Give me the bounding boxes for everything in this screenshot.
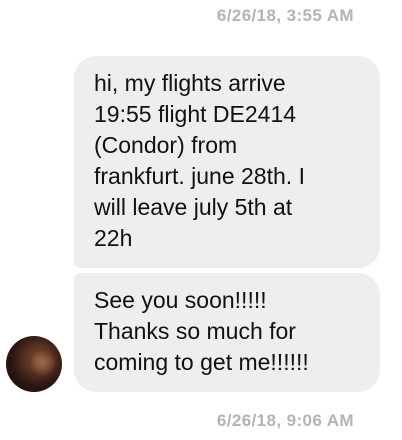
incoming-message-bubble[interactable]: See you soon!!!!! Thanks so much for com… (74, 273, 380, 392)
incoming-message-bubble[interactable]: hi, my flights arrive 19:55 flight DE241… (74, 56, 380, 268)
avatar-photo-detail (30, 348, 56, 378)
timestamp-bottom: 6/26/18, 9:06 AM (216, 411, 354, 430)
contact-avatar[interactable] (6, 336, 62, 392)
timestamp-top: 6/26/18, 3:55 AM (216, 6, 354, 25)
